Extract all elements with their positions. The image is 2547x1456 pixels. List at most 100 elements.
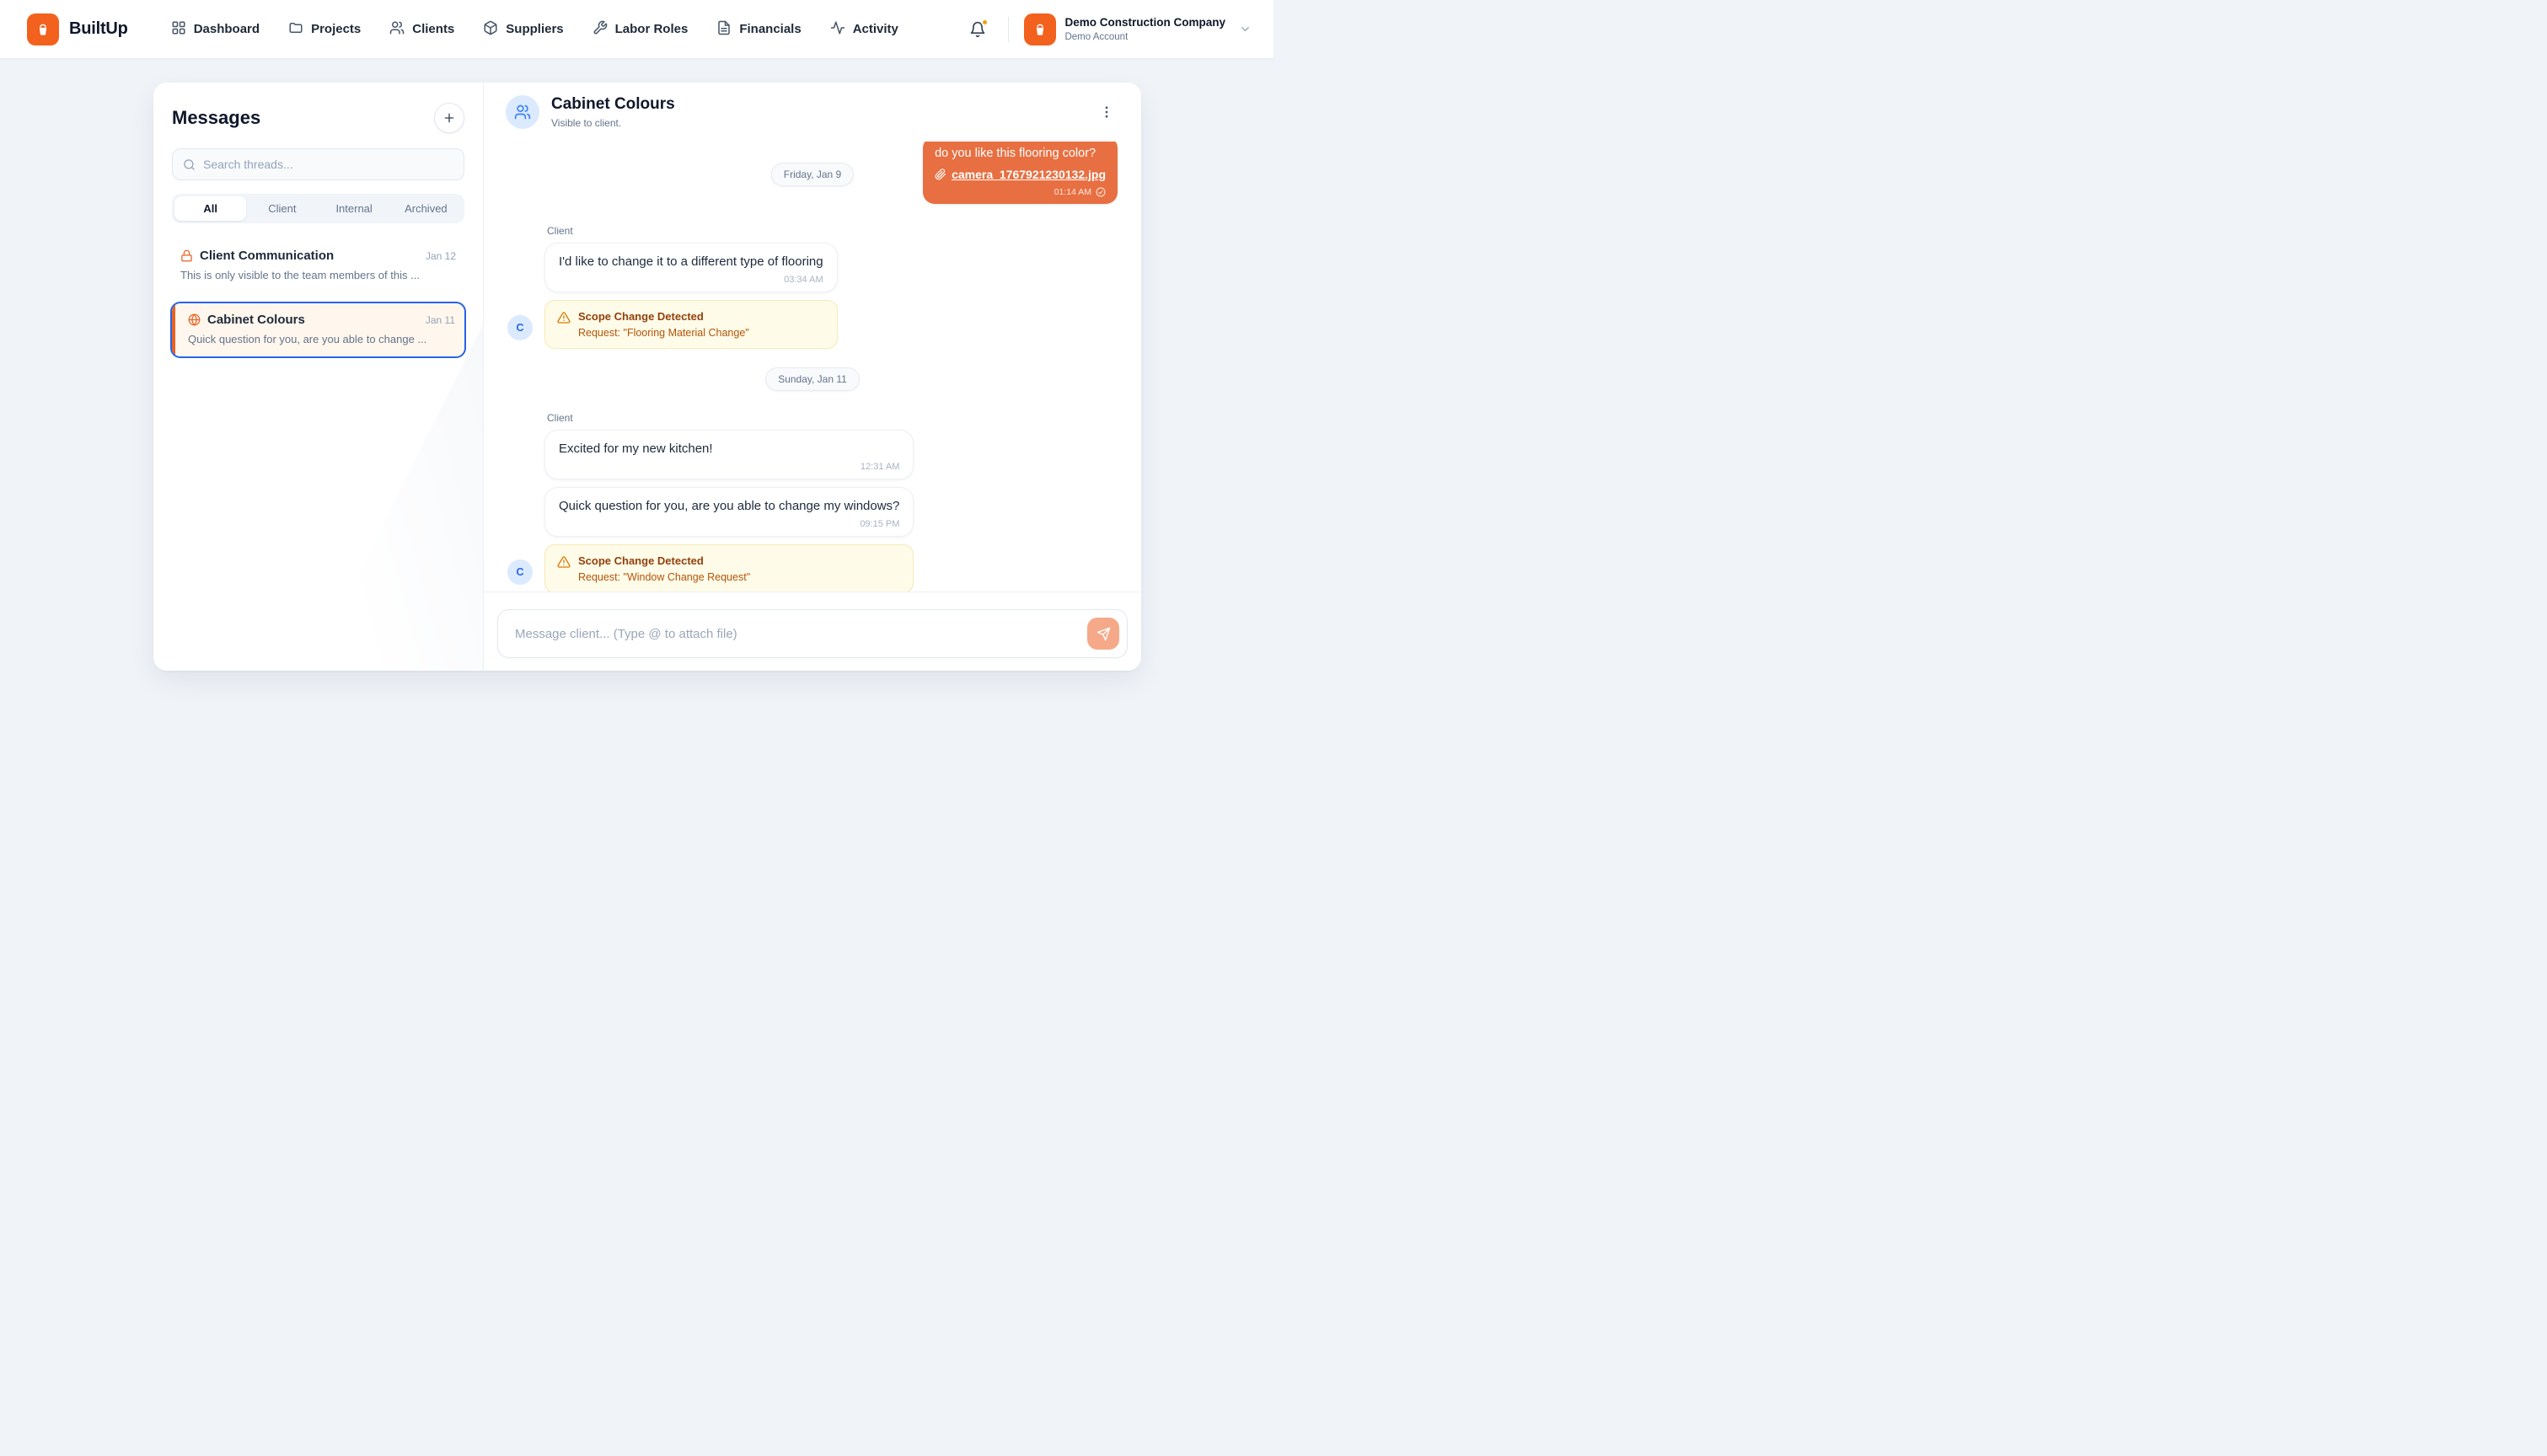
account-name: Demo Construction Company [1064, 16, 1225, 29]
tab-all[interactable]: All [174, 196, 246, 221]
send-icon [1097, 627, 1111, 641]
clients-icon [389, 20, 405, 39]
incoming-message-bubble: Quick question for you, are you able to … [544, 487, 914, 537]
nav-label: Dashboard [194, 22, 260, 36]
message-time: 01:14 AM [1054, 187, 1091, 197]
brand[interactable]: BuiltUp [27, 13, 128, 46]
new-thread-button[interactable] [434, 103, 464, 133]
attachment-filename: camera_1767921230132.jpg [952, 168, 1106, 181]
nav-item-activity[interactable]: Activity [819, 13, 909, 46]
message-text: Excited for my new kitchen! [559, 442, 899, 456]
date-divider: Sunday, Jan 11 [765, 367, 860, 391]
account-logo-icon [1024, 13, 1056, 46]
nav-item-projects[interactable]: Projects [277, 13, 372, 46]
notifications-button[interactable] [962, 14, 993, 45]
sender-label: Client [547, 412, 914, 424]
thread-preview: Quick question for you, are you able to … [188, 333, 455, 345]
alert-title: Scope Change Detected [578, 310, 749, 323]
tab-internal[interactable]: Internal [319, 196, 390, 221]
globe-icon [188, 313, 201, 326]
suppliers-icon [483, 20, 498, 39]
thread-avatar [506, 95, 539, 129]
nav-right: Demo Construction Company Demo Account [962, 13, 1252, 46]
tab-client[interactable]: Client [246, 196, 318, 221]
search-icon [183, 158, 196, 171]
thread-title: Client Communication [200, 249, 419, 263]
message-group: C Client I'd like to change it to a diff… [507, 225, 1118, 349]
thread-preview: This is only visible to the team members… [180, 269, 456, 281]
chat-subtitle: Visible to client. [551, 117, 675, 129]
nav-label: Suppliers [506, 22, 563, 36]
alert-title: Scope Change Detected [578, 554, 750, 567]
check-circle-icon [1096, 187, 1106, 197]
financials-icon [716, 20, 732, 39]
thread-date: Jan 11 [426, 314, 455, 326]
client-avatar: C [507, 315, 533, 340]
thread-item-client-communication[interactable]: Client Communication Jan 12 This is only… [170, 238, 466, 293]
dashboard-icon [171, 20, 186, 39]
account-subtitle: Demo Account [1064, 32, 1225, 42]
message-composer [484, 592, 1141, 671]
builtup-logo-icon [27, 13, 59, 46]
nav-divider [1008, 17, 1009, 42]
message-text: do you like this flooring color? [935, 146, 1106, 162]
nav-item-clients[interactable]: Clients [378, 13, 465, 46]
message-text: I'd like to change it to a different typ… [559, 254, 823, 269]
nav-item-suppliers[interactable]: Suppliers [472, 13, 574, 46]
date-divider: Friday, Jan 9 [771, 163, 854, 186]
message-text: Quick question for you, are you able to … [559, 499, 899, 513]
lock-icon [180, 249, 193, 262]
warning-icon [557, 555, 571, 569]
message-time: 12:31 AM [559, 462, 899, 472]
message-scroll-area[interactable]: Friday, Jan 9 do you like this flooring … [484, 142, 1141, 592]
sender-label: Client [547, 225, 838, 237]
thread-date: Jan 12 [426, 250, 456, 262]
nav-item-dashboard[interactable]: Dashboard [160, 13, 271, 46]
chat-panel: Cabinet Colours Visible to client. Frida… [484, 83, 1141, 671]
outgoing-message-bubble: do you like this flooring color? camera_… [923, 142, 1118, 204]
brand-name: BuiltUp [69, 19, 128, 39]
thread-search [172, 148, 464, 180]
notification-dot [981, 19, 989, 26]
messages-card: Messages All Client Internal Archived [153, 83, 1141, 671]
projects-icon [288, 20, 303, 39]
client-avatar: C [507, 559, 533, 585]
warning-icon [557, 311, 571, 324]
thread-filter-tabs: All Client Internal Archived [172, 194, 464, 223]
nav-item-financials[interactable]: Financials [705, 13, 812, 46]
threads-sidebar: Messages All Client Internal Archived [153, 83, 484, 671]
message-time: 03:34 AM [559, 275, 823, 285]
nav-label: Financials [739, 22, 801, 36]
activity-icon [830, 20, 845, 39]
chat-title: Cabinet Colours [551, 95, 675, 115]
message-time: 09:15 PM [559, 519, 899, 529]
message-input[interactable] [497, 609, 1128, 658]
labor-roles-icon [593, 20, 608, 39]
thread-item-cabinet-colours[interactable]: Cabinet Colours Jan 11 Quick question fo… [170, 302, 466, 358]
nav-label: Labor Roles [615, 22, 689, 36]
alert-detail: Request: "Flooring Material Change" [578, 327, 749, 339]
chat-header: Cabinet Colours Visible to client. [484, 83, 1141, 142]
tab-archived[interactable]: Archived [390, 196, 462, 221]
incoming-message-bubble: I'd like to change it to a different typ… [544, 243, 838, 292]
users-icon [514, 104, 531, 120]
top-navigation: BuiltUp Dashboard Projects Clients Suppl… [0, 0, 1274, 59]
search-input[interactable] [203, 158, 453, 171]
account-menu[interactable]: Demo Construction Company Demo Account [1024, 13, 1252, 46]
attachment-link[interactable]: camera_1767921230132.jpg [935, 168, 1106, 181]
paperclip-icon [935, 169, 946, 180]
kebab-menu-icon [1099, 104, 1114, 120]
message-group: C Client Excited for my new kitchen! 12:… [507, 412, 1118, 592]
alert-detail: Request: "Window Change Request" [578, 571, 750, 583]
incoming-message-bubble: Excited for my new kitchen! 12:31 AM [544, 430, 914, 479]
nav-label: Projects [311, 22, 361, 36]
thread-title: Cabinet Colours [207, 313, 419, 327]
thread-options-button[interactable] [1094, 99, 1119, 125]
scope-change-alert: Scope Change Detected Request: "Window C… [544, 544, 914, 592]
nav-label: Activity [853, 22, 898, 36]
main-nav: Dashboard Projects Clients Suppliers Lab… [160, 13, 909, 46]
nav-item-labor-roles[interactable]: Labor Roles [582, 13, 700, 46]
send-button[interactable] [1087, 618, 1119, 650]
nav-label: Clients [412, 22, 454, 36]
sidebar-title: Messages [172, 107, 260, 129]
